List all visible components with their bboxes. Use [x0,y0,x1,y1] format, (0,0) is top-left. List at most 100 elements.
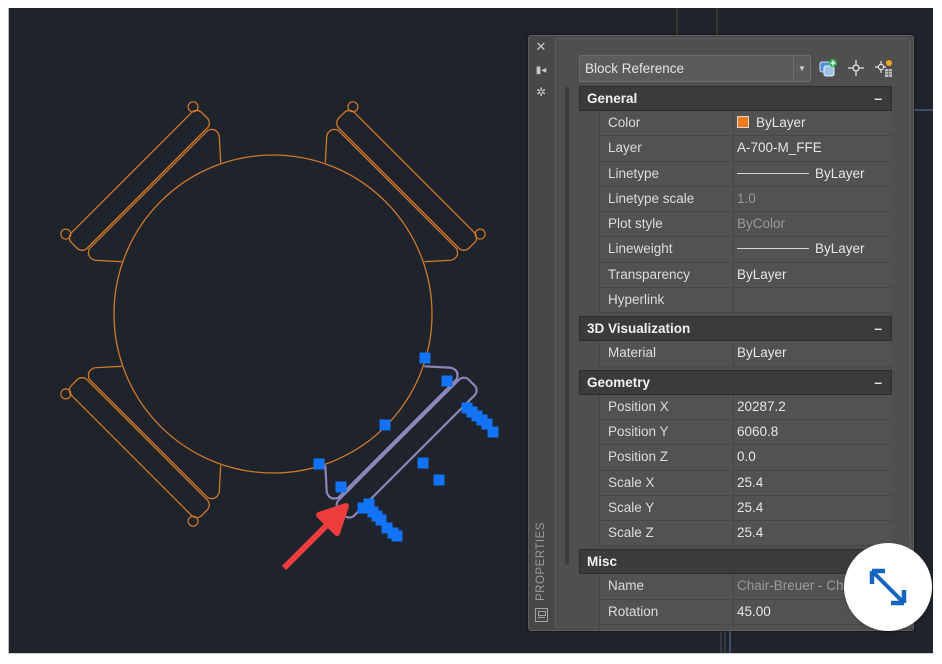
grip-handle[interactable] [441,375,453,387]
chair-back [336,109,478,251]
property-row-scale-y[interactable]: Scale Y 25.4 [599,495,892,522]
property-row-material[interactable]: Material ByLayer [599,341,892,367]
section-header-3d-visualization[interactable]: 3D Visualization – [579,316,892,342]
property-row-scale-z[interactable]: Scale Z 25.4 [599,521,892,547]
property-value[interactable]: 25.4 [733,470,892,495]
close-icon[interactable]: ✕ [533,40,549,56]
section-header-general[interactable]: General – [579,86,892,111]
chair-ne[interactable] [308,100,488,280]
chair-leg [60,228,72,240]
object-type-value: Block Reference [585,61,685,76]
property-row-linetype-scale[interactable]: Linetype scale 1.0 [599,186,892,213]
grip-handle[interactable] [433,474,445,486]
grip-handle[interactable] [379,419,391,431]
chair-seat [324,128,459,263]
chair-leg [474,228,486,240]
property-value[interactable]: 25.4 [733,495,892,521]
chair-leg [60,388,72,400]
chevron-down-icon[interactable]: ▼ [793,56,810,81]
property-value-text: 20287.2 [737,398,786,414]
property-label: Linetype scale [608,190,695,206]
chair-sw[interactable] [59,349,239,529]
collapse-icon[interactable]: – [874,317,882,340]
grip-handle[interactable] [313,458,325,470]
property-value[interactable]: 0.0 [733,445,892,470]
property-value[interactable]: ByLayer [733,111,892,136]
auto-hide-icon[interactable]: ▮◂ [533,63,549,79]
property-value[interactable]: ByLayer [733,262,892,288]
object-type-select[interactable]: Block Reference ▼ [579,55,811,82]
property-value-text: ByLayer [815,241,865,257]
chair-nw[interactable] [59,100,239,280]
property-row-hyperlink[interactable]: Hyperlink [599,288,892,314]
toggle-pickadd-icon[interactable] [818,58,840,78]
property-value-text: Chair-Breuer - Ch [737,578,844,594]
property-value-text: 25.4 [737,474,764,490]
line-sample [737,248,809,250]
property-row-scale-x[interactable]: Scale X 25.4 [599,470,892,496]
property-label: Scale X [608,474,655,490]
property-row-color[interactable]: Color ByLayer [599,111,892,137]
property-value-text: 25.4 [737,525,764,541]
property-value[interactable]: ByLayer [733,341,892,366]
grip-handle[interactable] [417,457,429,469]
property-label: Linetype [608,165,660,181]
grip-handle[interactable] [419,352,431,364]
palette-title-strip[interactable]: ✕ ▮◂ ✲ PROPERTIES [529,36,553,630]
section-header-misc[interactable]: Misc [579,549,892,575]
chair-se[interactable] [310,351,480,521]
property-value[interactable]: ByLayer [733,161,892,186]
palette-title: PROPERTIES [535,522,547,602]
property-row-annotative[interactable]: Annotative No [599,625,892,630]
color-swatch [737,116,749,128]
property-value-text: 25.4 [737,499,764,515]
section-title: General [587,91,638,106]
property-row-lineweight[interactable]: Lineweight ByLayer [599,237,892,263]
section-title: Misc [587,554,618,570]
property-grid: General – Color ByLayer Layer A-700-M_FFE Line… [579,86,892,630]
property-label: Position Y [608,423,669,439]
quick-select-icon[interactable] [872,58,894,78]
property-label: Position Z [608,449,669,465]
properties-settings-icon[interactable]: ✲ [533,84,549,100]
grip-handle[interactable] [335,481,347,493]
property-value[interactable]: ByColor [733,212,892,237]
collapse-icon[interactable]: – [874,371,882,394]
property-row-position-x[interactable]: Position X 20287.2 [599,394,892,420]
property-value[interactable]: 25.4 [733,521,892,546]
chair-leg [187,515,199,527]
property-value-text: ByLayer [815,165,865,181]
palette-scrollbar[interactable] [565,87,569,565]
grip-handle[interactable] [391,530,403,542]
property-row-layer[interactable]: Layer A-700-M_FFE [599,136,892,162]
property-value-text: A-700-M_FFE [737,140,822,156]
property-label: Scale Z [608,525,654,541]
property-value-text: ByLayer [756,115,806,130]
section-title: Geometry [587,374,651,390]
property-row-position-y[interactable]: Position Y 6060.8 [599,419,892,446]
select-objects-icon[interactable] [845,58,867,78]
property-row-transparency[interactable]: Transparency ByLayer [599,262,892,289]
chair-seat [87,128,222,263]
property-value[interactable]: 6060.8 [733,419,892,445]
grip-handle[interactable] [487,426,499,438]
property-label: Name [608,578,645,594]
collapse-icon[interactable]: – [874,87,882,110]
property-value[interactable]: ByLayer [733,237,892,262]
property-row-position-z[interactable]: Position Z 0.0 [599,445,892,471]
property-value-text: 45.00 [737,603,771,619]
property-value[interactable]: A-700-M_FFE [733,136,892,161]
property-row-plot-style[interactable]: Plot style ByColor [599,212,892,238]
property-label: Rotation [608,603,659,619]
chair-seat [87,365,222,500]
quick-properties-icon[interactable] [535,608,548,622]
property-row-linetype[interactable]: Linetype ByLayer [599,161,892,187]
section-header-geometry[interactable]: Geometry – [579,369,892,395]
property-value-text: ByLayer [737,266,787,282]
property-label: Color [608,115,641,130]
property-value[interactable]: 1.0 [733,186,892,212]
property-value[interactable] [733,288,892,313]
expand-image-button[interactable] [844,543,932,631]
property-value[interactable]: 20287.2 [733,394,892,419]
property-value-text: 6060.8 [737,423,779,439]
